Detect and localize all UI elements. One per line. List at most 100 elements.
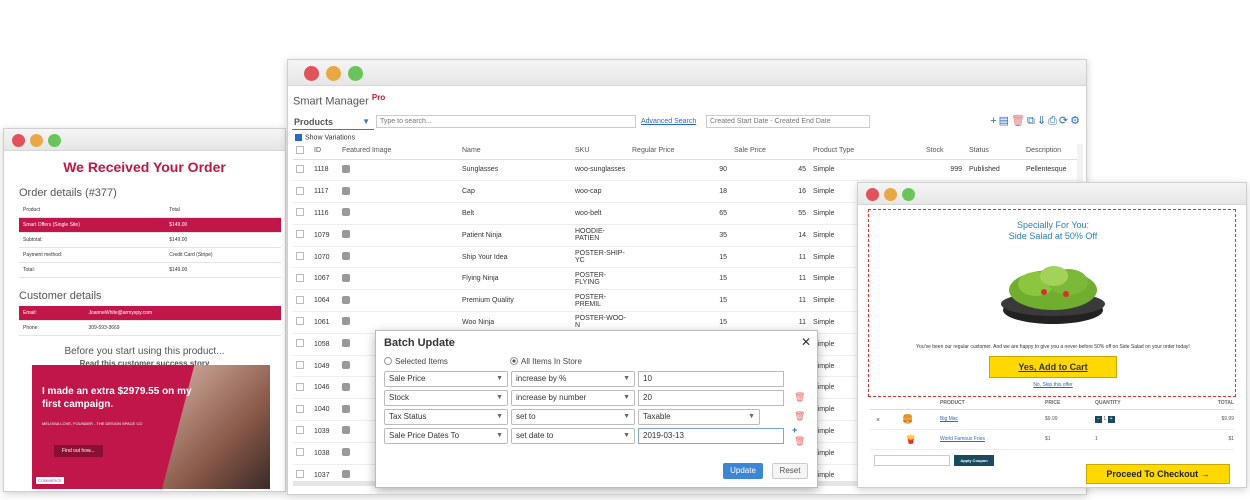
operator-select[interactable]: set to ▼ <box>511 409 635 425</box>
cell-regular-price[interactable]: 15 <box>629 267 731 291</box>
row-select-cell[interactable] <box>293 333 311 356</box>
close-window-icon[interactable] <box>304 66 319 81</box>
row-select-cell[interactable] <box>293 420 311 443</box>
maximize-window-icon[interactable] <box>902 188 915 201</box>
column-header-status[interactable]: Status <box>966 143 1023 160</box>
column-header-regular-price[interactable]: Regular Price <box>629 143 731 160</box>
cell-regular-price[interactable]: 65 <box>629 202 731 225</box>
operator-select[interactable]: increase by number ▼ <box>511 390 635 406</box>
column-header-stock[interactable]: Stock <box>923 143 966 160</box>
row-select-cell[interactable] <box>293 224 311 247</box>
cell-sale-price[interactable]: 11 <box>731 246 810 269</box>
reset-button[interactable]: Reset <box>772 463 808 479</box>
date-input[interactable]: 2019-03-13 <box>638 428 784 444</box>
remove-item-icon[interactable]: × <box>876 417 880 424</box>
cell-regular-price[interactable]: 35 <box>629 224 731 247</box>
cell-name[interactable]: Ship Your Idea <box>459 246 572 269</box>
coupon-input[interactable] <box>874 455 950 466</box>
product-link[interactable]: World Famous Fries <box>940 436 985 442</box>
trash-icon[interactable]: 🗑 <box>794 436 805 447</box>
cell-name[interactable]: Cap <box>459 180 572 204</box>
maximize-window-icon[interactable] <box>48 134 61 147</box>
cell-image[interactable] <box>339 224 459 247</box>
close-window-icon[interactable] <box>12 134 25 147</box>
success-story-banner[interactable]: I made an extra $2979.55 on my first cam… <box>32 365 270 489</box>
cell-regular-price[interactable]: 90 <box>629 159 731 182</box>
cell-stock[interactable]: 999 <box>923 159 966 182</box>
cell-image[interactable] <box>339 180 459 204</box>
find-out-button[interactable]: Find out how... <box>54 445 103 457</box>
refresh-icon[interactable]: ⟳ <box>1059 115 1070 127</box>
cell-sku[interactable]: POSTER-SHIP-YC <box>572 246 629 269</box>
cell-name[interactable]: Premium Quality <box>459 289 572 313</box>
cell-status[interactable]: Published <box>966 159 1023 182</box>
product-link[interactable]: Big Mac <box>940 416 958 422</box>
plus-icon[interactable]: + <box>1107 415 1115 423</box>
operator-select[interactable]: increase by % ▼ <box>511 371 635 387</box>
row-select-cell[interactable] <box>293 202 311 225</box>
column-header-id[interactable]: ID <box>311 143 339 160</box>
cell-image[interactable] <box>339 289 459 313</box>
minimize-window-icon[interactable] <box>30 134 43 147</box>
column-header-name[interactable]: Name <box>459 143 572 160</box>
operator-select[interactable]: set date to ▼ <box>511 428 635 444</box>
cell-sale-price[interactable]: 16 <box>731 180 810 204</box>
cell-regular-price[interactable]: 15 <box>629 246 731 269</box>
select-all-cell[interactable] <box>293 143 311 160</box>
row-select-cell[interactable] <box>293 289 311 313</box>
cell-sku[interactable]: woo-sunglasses <box>572 159 629 182</box>
cell-sku[interactable]: woo-cap <box>572 180 629 204</box>
skip-offer-link[interactable]: No, Skip this offer <box>869 382 1237 388</box>
cell-regular-price[interactable]: 18 <box>629 180 731 204</box>
trash-icon[interactable]: 🗑 <box>794 411 805 422</box>
minus-icon[interactable]: − <box>1095 415 1102 423</box>
cell-image[interactable] <box>339 246 459 269</box>
cell-sku[interactable]: POSTER-FLYING <box>572 267 629 291</box>
cell-regular-price[interactable]: 15 <box>629 289 731 313</box>
value-input[interactable]: 20 <box>638 390 784 406</box>
column-header-sku[interactable]: SKU <box>572 143 629 160</box>
field-select[interactable]: Sale Price ▼ <box>384 371 508 387</box>
row-select-cell[interactable] <box>293 159 311 182</box>
field-select[interactable]: Stock ▼ <box>384 390 508 406</box>
minimize-window-icon[interactable] <box>326 66 341 81</box>
export-icon[interactable]: ⇓ <box>1037 115 1048 127</box>
cell-sale-price[interactable]: 55 <box>731 202 810 225</box>
field-select[interactable]: Tax Status ▼ <box>384 409 508 425</box>
cell-name[interactable]: Belt <box>459 202 572 225</box>
row-select-cell[interactable] <box>293 376 311 400</box>
cell-image[interactable] <box>339 159 459 182</box>
row-select-cell[interactable] <box>293 267 311 291</box>
cell-name[interactable]: Sunglasses <box>459 159 572 182</box>
close-window-icon[interactable] <box>866 188 879 201</box>
row-select-cell[interactable] <box>293 311 311 334</box>
duplicate-icon[interactable]: ⧉ <box>1027 115 1037 127</box>
radio-selected-items[interactable]: Selected Items <box>384 357 448 366</box>
close-icon[interactable]: ✕ <box>801 335 811 349</box>
dashboard-select[interactable]: Products ▼ <box>292 114 374 130</box>
search-input[interactable] <box>376 115 636 128</box>
value-select[interactable]: Taxable ▼ <box>638 409 760 425</box>
gear-icon[interactable]: ⚙ <box>1070 115 1082 127</box>
cell-sale-price[interactable]: 45 <box>731 159 810 182</box>
add-to-cart-button[interactable]: Yes, Add to Cart <box>989 356 1117 378</box>
row-select-cell[interactable] <box>293 246 311 269</box>
apply-coupon-button[interactable]: Apply Coupon <box>954 455 994 466</box>
maximize-window-icon[interactable] <box>348 66 363 81</box>
add-row-icon[interactable]: +▤ <box>990 115 1011 127</box>
row-select-cell[interactable] <box>293 355 311 378</box>
cell-sale-price[interactable]: 14 <box>731 224 810 247</box>
proceed-to-checkout-button[interactable]: Proceed To Checkout → <box>1086 464 1230 484</box>
cell-sku[interactable]: POSTER-PREMIL <box>572 289 629 313</box>
value-input[interactable]: 10 <box>638 371 784 387</box>
cell-sku[interactable]: woo-belt <box>572 202 629 225</box>
field-select[interactable]: Sale Price Dates To ▼ <box>384 428 508 444</box>
cell-image[interactable] <box>339 202 459 225</box>
cell-sku[interactable]: HOODIE-PATIEN <box>572 224 629 247</box>
minimize-window-icon[interactable] <box>884 188 897 201</box>
cell-description[interactable]: Pellentesque <box>1023 159 1083 182</box>
cell-name[interactable]: Patient Ninja <box>459 224 572 247</box>
cell-sale-price[interactable]: 11 <box>731 289 810 313</box>
radio-all-items[interactable]: All Items In Store <box>510 357 582 366</box>
cell-name[interactable]: Flying Ninja <box>459 267 572 291</box>
